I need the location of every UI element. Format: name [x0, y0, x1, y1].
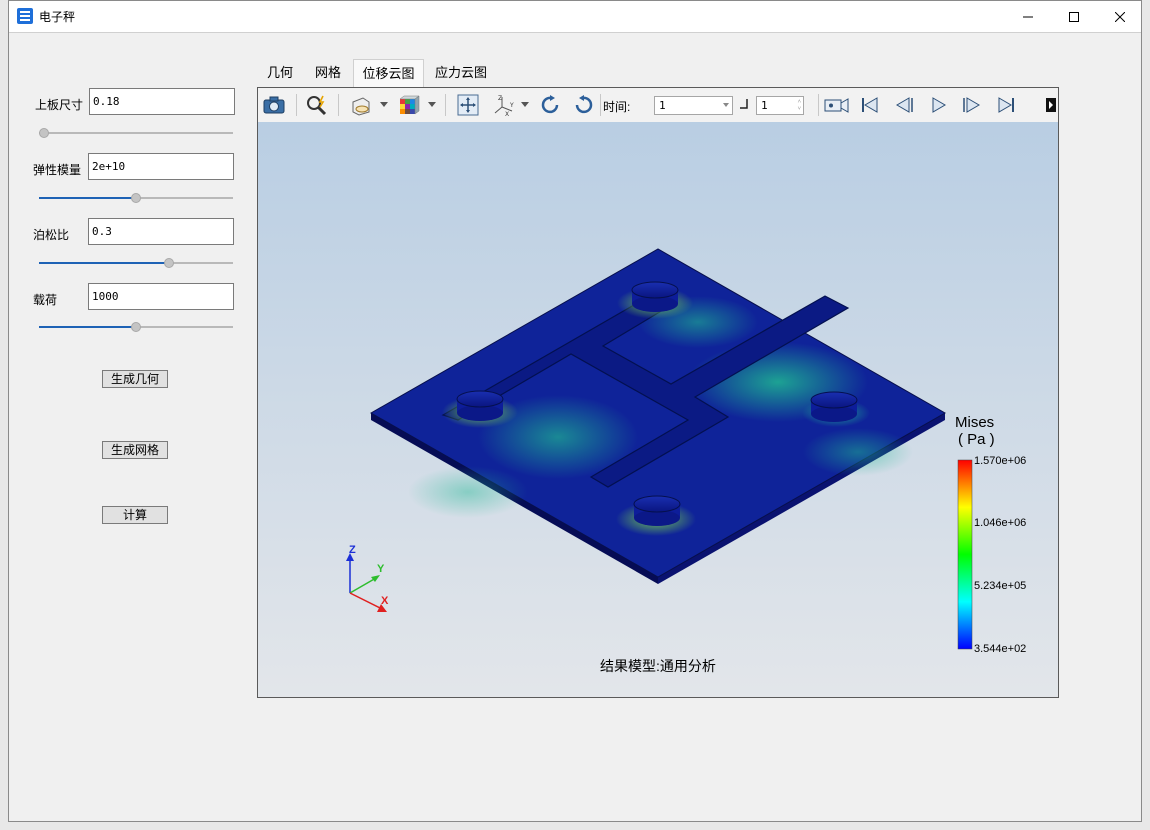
close-icon [1115, 11, 1125, 22]
plate-size-label: 上板尺寸 [35, 98, 84, 112]
toolbar-separator [600, 94, 601, 116]
app-window: 电子秤 上板尺寸 0.18 弹性模量 2e+10 泊松比 0.3 载荷 1000… [8, 0, 1142, 822]
legend-tick-2: 1.046e+06 [974, 517, 1026, 529]
tab-mesh[interactable]: 网格 [306, 59, 350, 87]
svg-text:X: X [505, 111, 509, 116]
poisson-ratio-label: 泊松比 [33, 228, 70, 242]
load-field[interactable]: 1000 [88, 283, 234, 310]
minimize-button[interactable] [1005, 1, 1051, 32]
support-pad [631, 281, 679, 312]
play-icon[interactable] [926, 94, 950, 116]
step-spinbox[interactable]: 1 ˄ ˅ [756, 96, 804, 115]
step-spinbox-value: 1 [761, 99, 768, 112]
prev-frame-icon[interactable] [892, 94, 916, 116]
close-button[interactable] [1097, 1, 1143, 32]
plate-size-slider[interactable] [39, 127, 233, 139]
app-icon [17, 8, 33, 24]
window-title: 电子秤 [39, 10, 76, 24]
dropdown-arrow-icon[interactable] [428, 102, 436, 107]
compute-button[interactable]: 计算 [102, 506, 168, 524]
minimize-icon [1023, 16, 1033, 17]
spin-arrows-icon[interactable]: ˄ ˅ [798, 98, 801, 112]
poisson-ratio-field[interactable]: 0.3 [88, 218, 234, 245]
poisson-ratio-slider[interactable] [39, 257, 233, 269]
legend-tick-3: 5.234e+05 [974, 580, 1026, 592]
next-frame-icon[interactable] [960, 94, 984, 116]
rotate-right-icon[interactable] [572, 94, 596, 116]
viewer-toolbar: Z Y X 时间: 1 1 ˄ ˅ [258, 88, 1058, 123]
toolbar-overflow-icon[interactable] [1046, 98, 1056, 112]
result-viewer[interactable]: Z Y X 时间: 1 1 ˄ ˅ Z Y X Mises (Pa) 1.5… [257, 87, 1059, 698]
toolbar-separator [818, 94, 819, 116]
load-label: 载荷 [33, 293, 58, 307]
tab-stress[interactable]: 应力云图 [429, 59, 493, 87]
maximize-icon [1069, 11, 1079, 22]
chevron-down-icon [723, 103, 729, 107]
support-pad [633, 495, 681, 526]
slider-thumb[interactable] [131, 193, 141, 203]
y-axis-label: Y [377, 563, 385, 575]
toolbar-separator [445, 94, 446, 116]
tab-displacement[interactable]: 位移云图 [353, 59, 424, 87]
legend-tick-max: 1.570e+06 [974, 455, 1026, 467]
legend-tick-min: 3.544e+02 [974, 643, 1026, 655]
dropdown-arrow-icon[interactable] [380, 102, 388, 107]
color-cube-icon[interactable] [397, 94, 421, 116]
slider-thumb[interactable] [39, 128, 49, 138]
legend-color-bar [957, 459, 973, 650]
x-axis-label: X [381, 595, 389, 607]
axis-orient-icon[interactable]: Z Y X [492, 94, 516, 116]
support-pad [810, 391, 858, 422]
result-caption: 结果模型:通用分析 [600, 658, 716, 674]
slider-thumb[interactable] [163, 258, 174, 268]
svg-text:Y: Y [509, 102, 514, 109]
tab-geometry[interactable]: 几何 [259, 59, 301, 87]
rotate-left-icon[interactable] [538, 94, 562, 116]
step-corner-icon [740, 99, 748, 109]
plate-size-field[interactable]: 0.18 [89, 88, 235, 115]
zoom-icon[interactable] [305, 94, 329, 116]
support-pad [456, 390, 504, 421]
load-slider[interactable] [39, 321, 233, 333]
svg-text:Z: Z [498, 95, 502, 102]
time-select-value: 1 [659, 99, 666, 112]
first-frame-icon[interactable] [858, 94, 882, 116]
result-scene[interactable]: Z Y X Mises ( Pa ) 1.570e+06 1.046e+06 5… [258, 122, 1058, 697]
generate-mesh-button[interactable]: 生成网格 [102, 441, 168, 459]
toolbar-separator [296, 94, 297, 116]
display-mode-icon[interactable] [349, 94, 373, 116]
toolbar-separator [338, 94, 339, 116]
fit-view-icon[interactable] [456, 94, 480, 116]
time-label: 时间: [603, 100, 631, 114]
z-axis-label: Z [349, 544, 356, 556]
title-bar: 电子秤 [9, 1, 1141, 33]
slider-thumb[interactable] [131, 322, 141, 332]
record-icon[interactable] [823, 94, 851, 116]
dropdown-arrow-icon[interactable] [521, 102, 529, 107]
elastic-modulus-field[interactable]: 2e+10 [88, 153, 234, 180]
elastic-modulus-label: 弹性模量 [33, 163, 82, 177]
legend-unit: ( Pa ) [958, 431, 995, 448]
last-frame-icon[interactable] [994, 94, 1018, 116]
legend-title: Mises [955, 414, 994, 431]
camera-icon[interactable] [262, 94, 286, 116]
maximize-button[interactable] [1051, 1, 1097, 32]
generate-geometry-button[interactable]: 生成几何 [102, 370, 168, 388]
time-select[interactable]: 1 [654, 96, 733, 115]
elastic-modulus-slider[interactable] [39, 192, 233, 204]
